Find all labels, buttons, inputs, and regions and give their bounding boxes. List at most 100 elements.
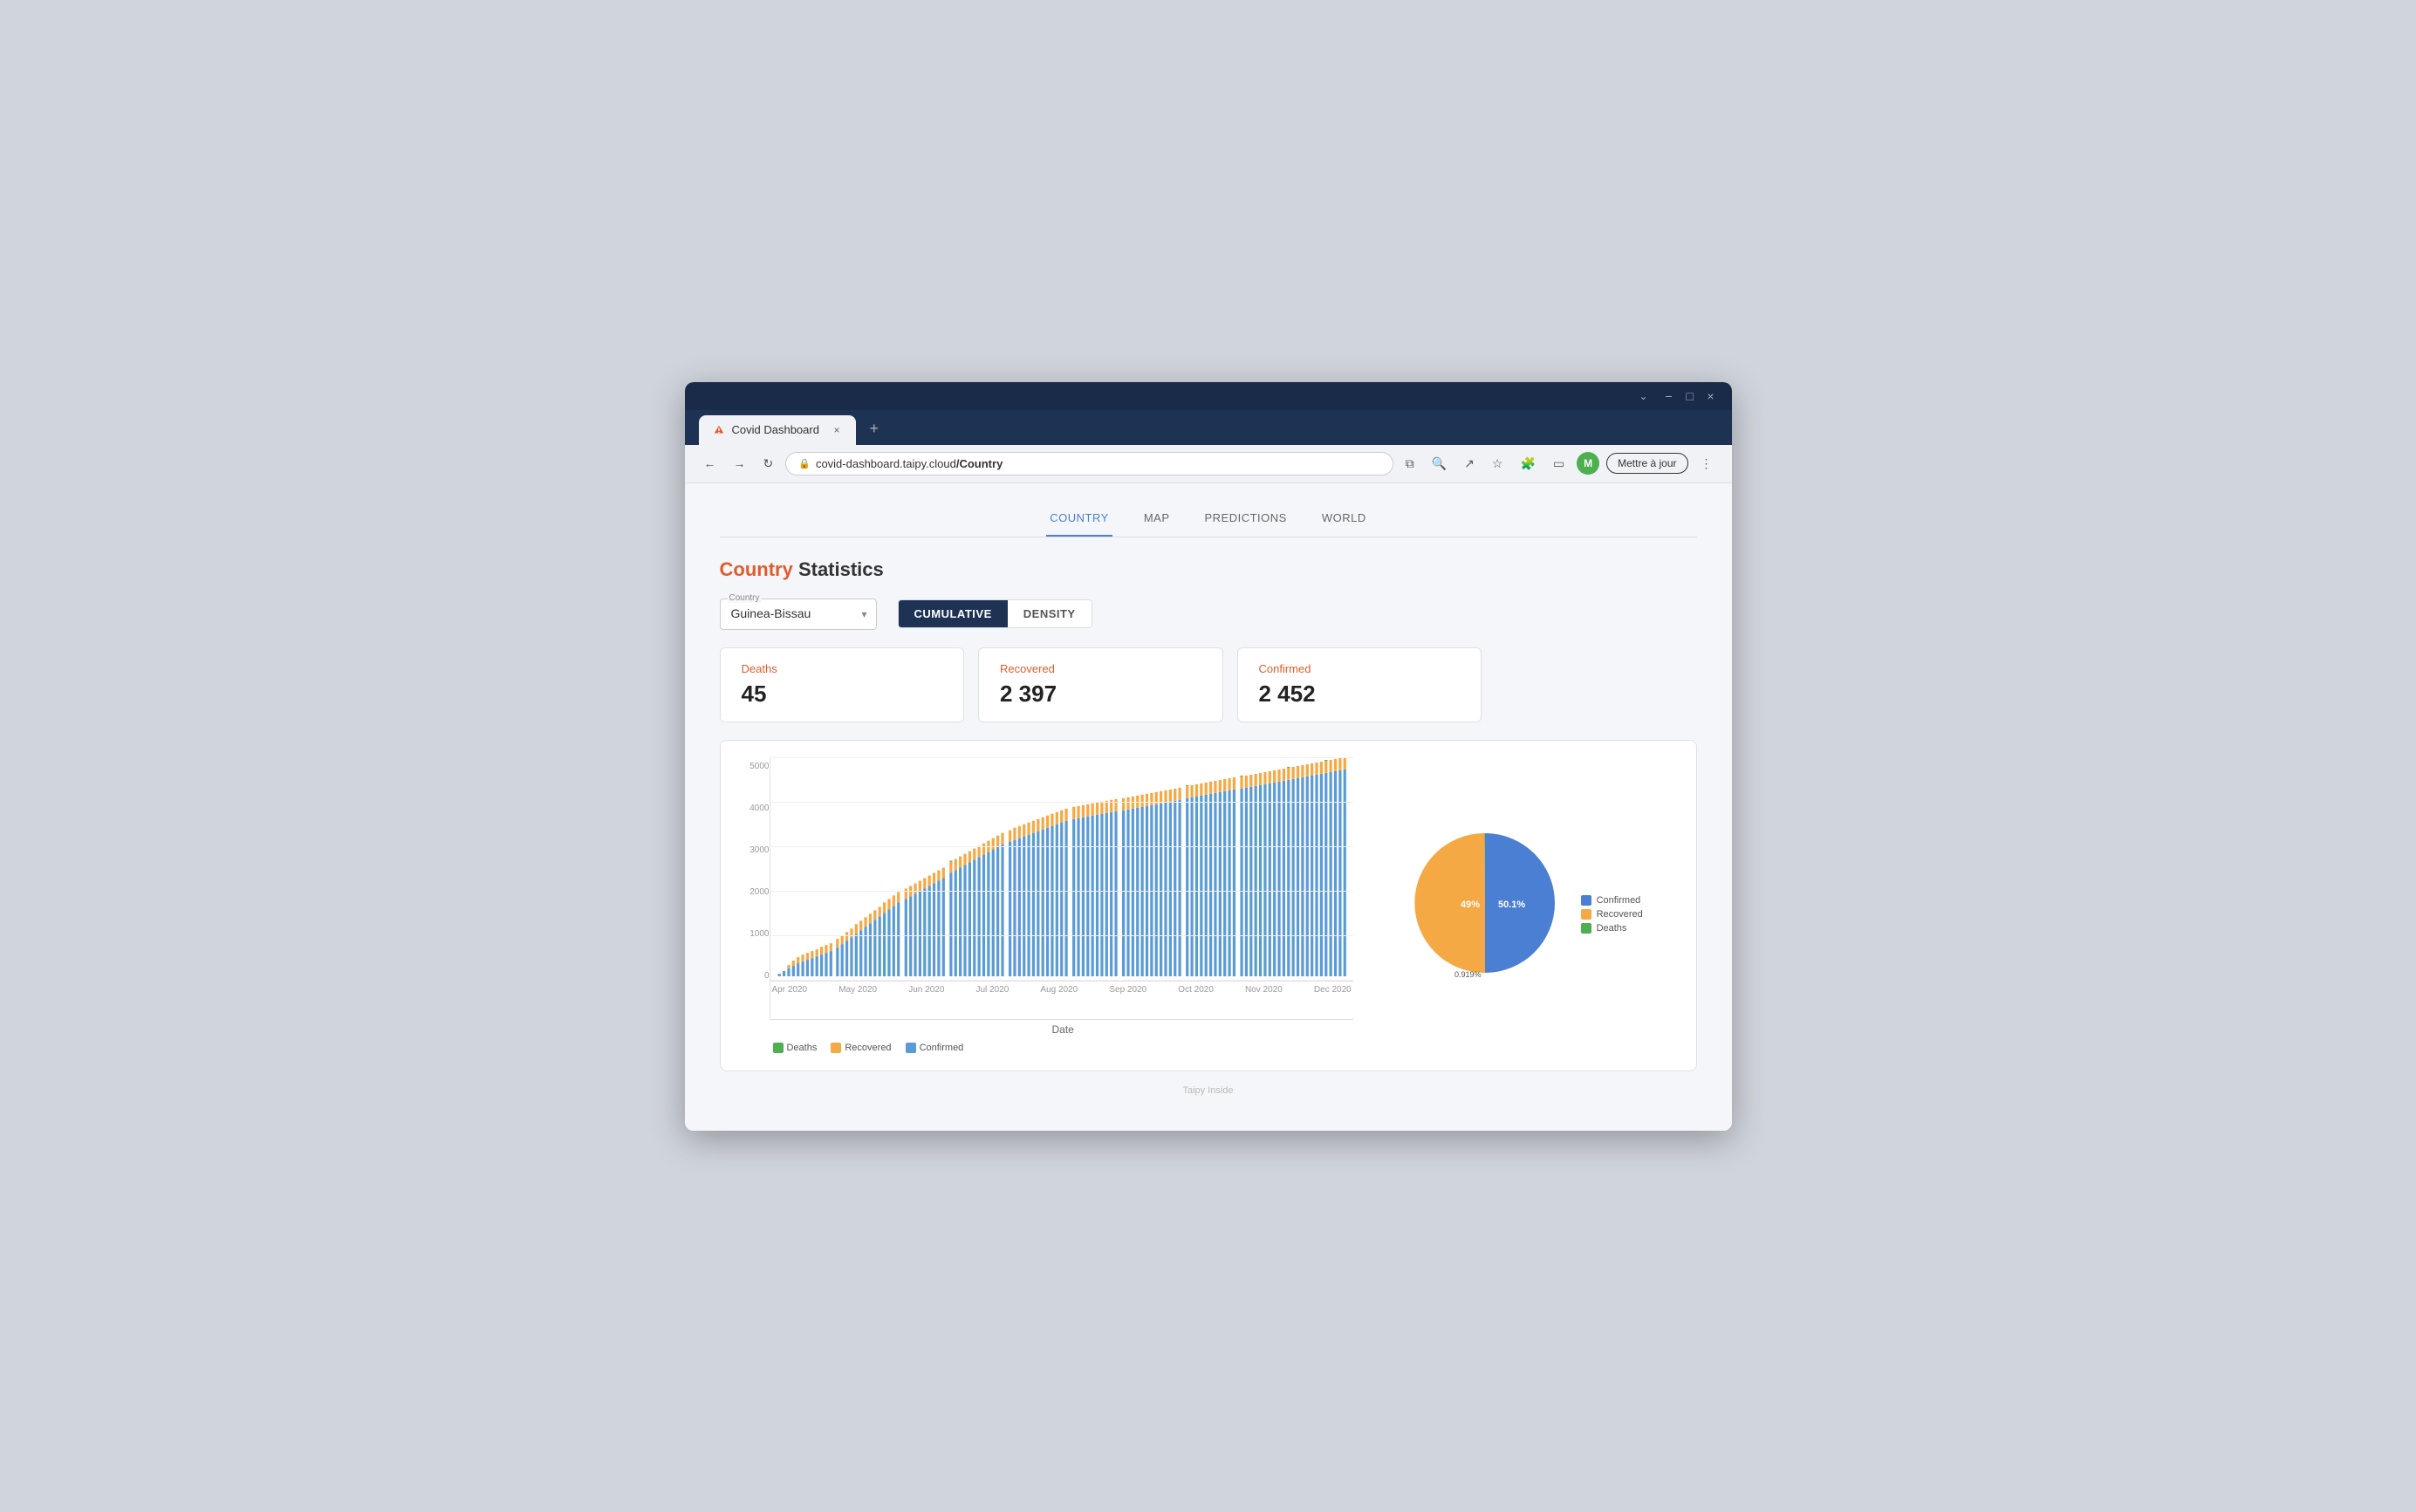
y-label-1000: 1000 [738, 929, 770, 939]
user-avatar[interactable]: M [1577, 452, 1599, 475]
x-label-nov: Nov 2020 [1245, 985, 1283, 1019]
pie-label-confirmed: 50.1% [1498, 900, 1525, 910]
country-select[interactable]: Country Guinea-Bissau ▾ [720, 599, 877, 630]
y-label-2000: 2000 [738, 887, 770, 897]
refresh-button[interactable]: ↻ [758, 453, 779, 475]
bars-jun [904, 867, 944, 976]
bars-area: // Generated inline bars [770, 758, 1353, 981]
bookmark-button[interactable]: ☆ [1487, 453, 1509, 475]
controls-row: Country Guinea-Bissau ▾ CUMULATIVE DENSI… [720, 599, 1697, 630]
pie-legend-confirmed-color [1581, 895, 1591, 906]
close-button[interactable]: × [1704, 389, 1718, 403]
browser-navbar: ← → ↻ 🔒 covid-dashboard.taipy.cloud/Coun… [685, 445, 1732, 483]
x-label-oct: Oct 2020 [1178, 985, 1214, 1019]
pie-legend-recovered: Recovered [1581, 909, 1643, 920]
active-tab[interactable]: Covid Dashboard × [699, 415, 856, 445]
legend-recovered: Recovered [831, 1043, 891, 1053]
nav-actions: ⧉ 🔍 ↗ ☆ 🧩 ▭ M Mettre à jour ⋮ [1400, 452, 1718, 475]
browser-titlebar: ⌄ − □ × [685, 382, 1732, 410]
confirmed-card: Confirmed 2 452 [1237, 647, 1482, 722]
page-title-highlight: Country [720, 558, 793, 580]
more-options-button[interactable]: ⋮ [1695, 453, 1718, 475]
toggle-group: CUMULATIVE DENSITY [898, 599, 1092, 628]
pie-legend: Confirmed Recovered Deaths [1581, 895, 1643, 934]
legend-recovered-label: Recovered [845, 1043, 891, 1053]
charts-container: 0 1000 2000 3000 4000 5000 [720, 740, 1697, 1071]
x-label-apr: Apr 2020 [772, 985, 808, 1019]
bars-oct [1122, 787, 1181, 975]
pie-legend-deaths: Deaths [1581, 923, 1643, 934]
pie-legend-recovered-color [1581, 909, 1591, 920]
cumulative-toggle[interactable]: CUMULATIVE [899, 600, 1008, 627]
x-axis-labels: Apr 2020 May 2020 Jun 2020 Jul 2020 Aug … [770, 981, 1353, 1019]
share-button[interactable]: ↗ [1459, 453, 1480, 475]
bar-chart-legend: Deaths Recovered Confirmed [773, 1043, 1353, 1053]
pie-chart-svg: 49% 50.1% 0.919% [1406, 824, 1564, 982]
bar-chart-area: 0 1000 2000 3000 4000 5000 [738, 758, 1353, 1053]
translate-button[interactable]: ⧉ [1400, 453, 1420, 475]
pie-label-deaths: 0.919% [1454, 970, 1482, 979]
sidebar-button[interactable]: ▭ [1548, 453, 1570, 475]
bars-apr [777, 943, 832, 976]
legend-confirmed: Confirmed [906, 1043, 964, 1053]
bar-chart-svg: // Generated inline bars [770, 758, 1352, 981]
nav-world[interactable]: WORLD [1318, 504, 1370, 537]
pie-label-recovered: 49% [1461, 900, 1480, 910]
x-label-dec: Dec 2020 [1314, 985, 1352, 1019]
extensions-button[interactable]: 🧩 [1515, 453, 1540, 475]
country-select-value: Guinea-Bissau [731, 606, 811, 620]
minimize-button[interactable]: − [1662, 389, 1676, 403]
legend-deaths-color [773, 1043, 784, 1053]
bars-aug [1008, 808, 1067, 975]
deaths-label: Deaths [742, 662, 943, 675]
x-label-sep: Sep 2020 [1109, 985, 1146, 1019]
bars-jul [949, 832, 1003, 975]
pie-legend-confirmed: Confirmed [1581, 895, 1643, 906]
pie-legend-deaths-color [1581, 923, 1591, 934]
x-label-may: May 2020 [838, 985, 877, 1019]
stats-row: Deaths 45 Recovered 2 397 Confirmed 2 45… [720, 647, 1697, 722]
back-button[interactable]: ← [699, 453, 722, 474]
zoom-button[interactable]: 🔍 [1427, 453, 1452, 475]
x-label-aug: Aug 2020 [1040, 985, 1078, 1019]
recovered-card: Recovered 2 397 [978, 647, 1223, 722]
tab-close-icon[interactable]: × [832, 422, 841, 438]
y-label-0: 0 [738, 971, 770, 981]
nav-predictions[interactable]: PREDICTIONS [1201, 504, 1290, 537]
update-button[interactable]: Mettre à jour [1606, 453, 1687, 474]
forward-button[interactable]: → [729, 453, 751, 474]
tab-title: Covid Dashboard [732, 423, 825, 436]
tab-favicon [713, 424, 725, 436]
pie-wrapper: 49% 50.1% 0.919% [1406, 824, 1564, 986]
address-url: covid-dashboard.taipy.cloud/Country [816, 457, 1003, 470]
browser-window: ⌄ − □ × Covid Dashboard × + ← → ↻ 🔒 covi… [685, 382, 1732, 1131]
address-bar[interactable]: 🔒 covid-dashboard.taipy.cloud/Country [785, 452, 1393, 475]
confirmed-value: 2 452 [1259, 681, 1461, 708]
y-label-4000: 4000 [738, 804, 770, 813]
y-label-3000: 3000 [738, 845, 770, 855]
window-chevron-icon: ⌄ [1639, 390, 1647, 402]
recovered-value: 2 397 [1000, 681, 1201, 708]
dropdown-arrow-icon: ▾ [861, 608, 866, 620]
pie-legend-recovered-label: Recovered [1597, 909, 1643, 920]
bars-may [836, 892, 900, 976]
lock-icon: 🔒 [798, 458, 811, 469]
density-toggle[interactable]: DENSITY [1008, 600, 1092, 627]
x-label-jun: Jun 2020 [908, 985, 944, 1019]
legend-confirmed-label: Confirmed [920, 1043, 964, 1053]
maximize-button[interactable]: □ [1683, 389, 1697, 403]
pie-and-legend: 49% 50.1% 0.919% Confirmed Re [1406, 824, 1643, 986]
footer-text: Taipy Inside [1182, 1085, 1233, 1096]
legend-confirmed-color [906, 1043, 916, 1053]
pie-chart-area: 49% 50.1% 0.919% Confirmed Re [1371, 758, 1679, 1053]
bar-chart-body: // Generated inline bars [770, 758, 1353, 1020]
x-axis-title: Date [773, 1023, 1353, 1036]
pie-legend-confirmed-label: Confirmed [1597, 895, 1641, 906]
nav-country[interactable]: COUNTRY [1046, 504, 1112, 537]
legend-deaths: Deaths [773, 1043, 818, 1053]
page-nav: COUNTRY MAP PREDICTIONS WORLD [720, 504, 1697, 537]
deaths-value: 45 [742, 681, 943, 708]
nav-map[interactable]: MAP [1140, 504, 1174, 537]
browser-tabbar: Covid Dashboard × + [685, 410, 1732, 445]
new-tab-button[interactable]: + [863, 416, 886, 441]
